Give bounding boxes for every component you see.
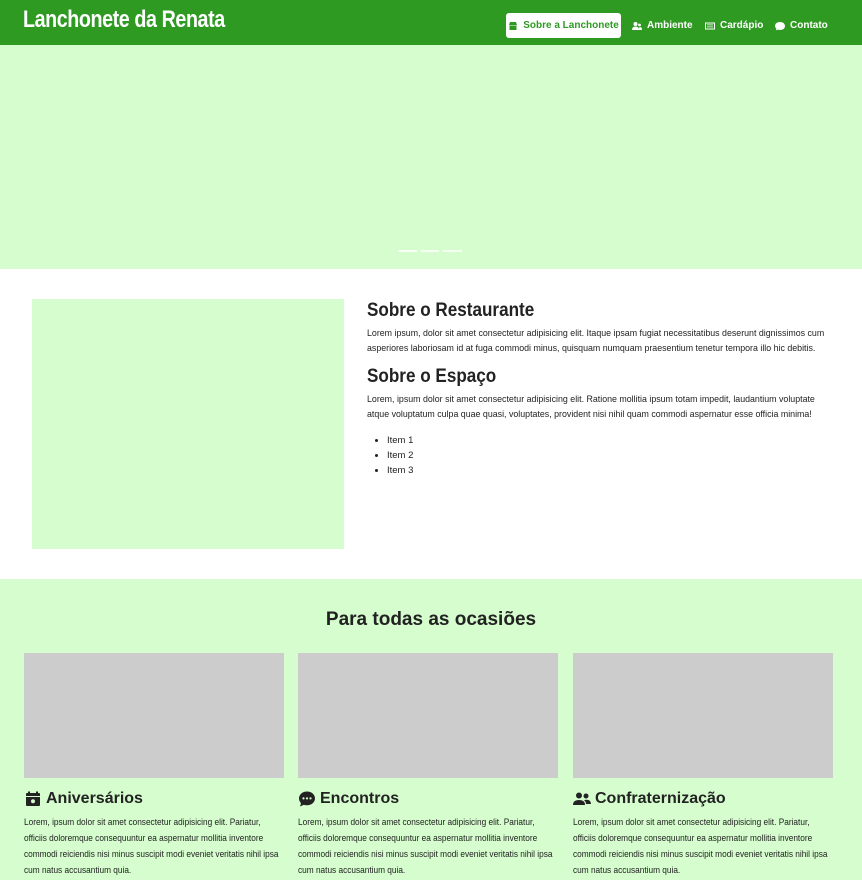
carousel-indicator[interactable] [420,250,440,252]
occasions-title: Para todas as ocasiões [325,609,537,630]
occasion-card-aniversarios: Aniversários Lorem, ipsum dolor sit amet… [24,653,284,878]
about-paragraph: Lorem ipsum, dolor sit amet consectetur … [367,328,825,354]
list-item: Item 3 [387,463,837,478]
nav-item-label: Contato [790,20,828,31]
card-image [573,653,833,778]
occasion-card-encontros: Encontros Lorem, ipsum dolor sit amet co… [298,653,558,878]
card-title-text: Confraternização [595,790,726,807]
calendar-icon [26,791,40,806]
list-item: Item 1 [387,433,837,448]
card-title: Aniversários [24,790,284,808]
nav-item-label: Sobre a Lanchonete [523,20,619,31]
nav-item-label: Ambiente [647,20,693,31]
about-section: Sobre o Restaurante Lorem ipsum, dolor s… [367,300,837,478]
card-title: Confraternização [573,790,833,808]
about-title: Sobre o Restaurante [367,300,535,321]
space-title: Sobre o Espaço [367,366,497,387]
nav-item-label: Cardápio [720,20,764,31]
carousel-indicator[interactable] [398,250,417,252]
occasion-card-confraternizacao: Confraternização Lorem, ipsum dolor sit … [573,653,833,878]
card-text: Lorem, ipsum dolor sit amet consectetur … [573,817,828,875]
card-title-text: Encontros [320,790,400,807]
card-image [298,653,558,778]
hero-banner [0,45,862,269]
carousel-indicators[interactable] [398,250,463,252]
space-paragraph: Lorem, ipsum dolor sit amet consectetur … [367,394,815,420]
carousel-indicator[interactable] [443,250,463,252]
chat-bubble-icon [775,21,785,30]
menu-list-icon [705,22,715,29]
nav-item-sobre[interactable]: Sobre a Lanchonete [506,13,621,38]
card-text: Lorem, ipsum dolor sit amet consectetur … [24,817,279,875]
brand-title[interactable]: Lanchonete da Renata [23,6,225,34]
about-image [32,299,344,549]
card-title: Encontros [298,790,558,808]
nav-item-cardapio[interactable]: Cardápio [705,13,763,38]
card-image [24,653,284,778]
list-item: Item 2 [387,448,837,463]
card-title-text: Aniversários [46,790,143,807]
navbar: Lanchonete da Renata Sobre a Lanchonete … [0,0,862,45]
group-icon [573,792,591,805]
occasions-section: Para todas as ocasiões Aniversários Lore… [0,579,862,880]
people-icon [632,21,642,30]
item-list: Item 1 Item 2 Item 3 [387,433,837,478]
nav-item-contato[interactable]: Contato [775,13,828,38]
nav-item-ambiente[interactable]: Ambiente [632,13,693,38]
store-icon [509,21,518,30]
card-text: Lorem, ipsum dolor sit amet consectetur … [298,817,553,875]
speech-bubble-icon [299,791,315,807]
